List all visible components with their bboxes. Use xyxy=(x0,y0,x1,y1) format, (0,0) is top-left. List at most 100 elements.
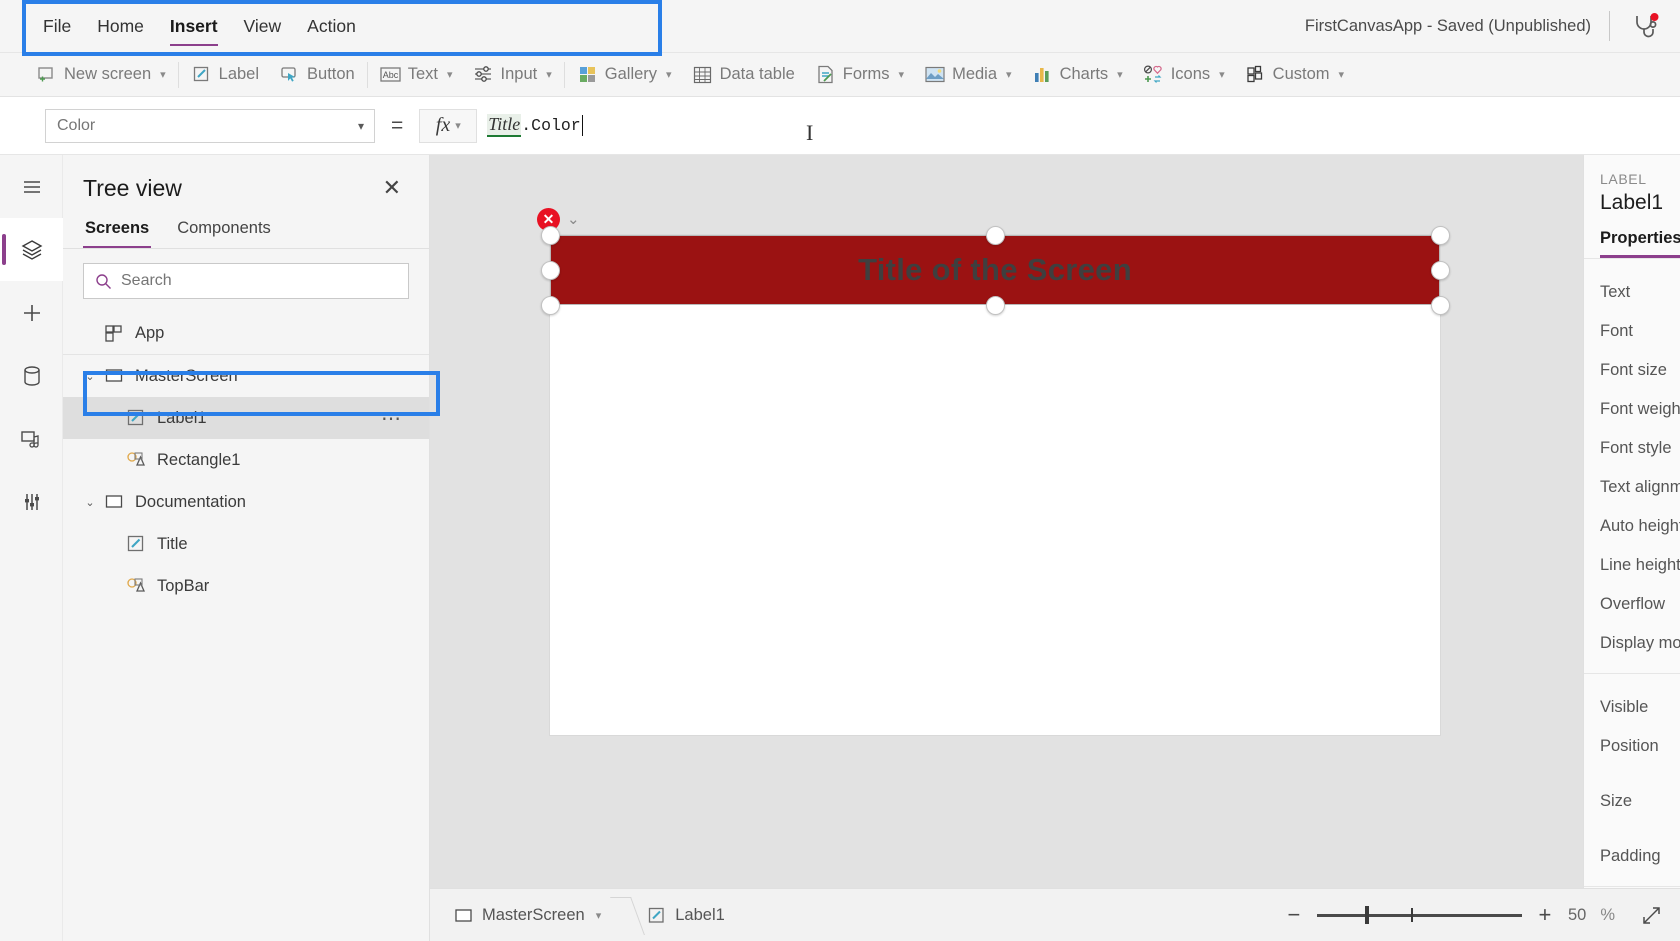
formula-input[interactable]: Title .Color xyxy=(477,108,1680,144)
zoom-slider[interactable] xyxy=(1316,905,1522,925)
property-row-visible[interactable]: Visible xyxy=(1584,688,1680,727)
property-row-font-weight[interactable]: Font weight xyxy=(1584,390,1680,429)
menu-item-action[interactable]: Action xyxy=(294,0,369,52)
tree-node-label: Title xyxy=(157,534,188,553)
resize-handle-bottom-right[interactable] xyxy=(1430,295,1450,315)
resize-handle-middle-left[interactable] xyxy=(540,260,560,280)
property-row-padding[interactable]: Padding xyxy=(1584,837,1680,876)
formula-token-property: .Color xyxy=(521,116,581,135)
tree-node-label1[interactable]: Label1 ⋯ xyxy=(63,397,429,439)
chevron-down-icon: ▾ xyxy=(898,69,905,81)
breadcrumb-label1[interactable]: Label1 xyxy=(635,906,737,925)
property-row-line-height[interactable]: Line height xyxy=(1584,546,1680,585)
tree-node-app[interactable]: App xyxy=(63,313,429,355)
variables-icon[interactable] xyxy=(0,470,63,533)
ribbon-text[interactable]: Abc Text ▾ xyxy=(370,55,463,95)
charts-icon xyxy=(1032,64,1053,85)
search-box[interactable] xyxy=(83,263,409,299)
error-chevron-icon[interactable]: ⌄ xyxy=(567,210,580,228)
shape-control-icon xyxy=(123,450,149,470)
property-row-position[interactable]: Position xyxy=(1584,727,1680,766)
ribbon-icons-label: Icons xyxy=(1170,65,1211,83)
resize-handle-bottom-center[interactable] xyxy=(985,295,1005,315)
resize-handle-top-left[interactable] xyxy=(540,225,560,245)
tree-node-masterscreen[interactable]: ⌄ MasterScreen xyxy=(63,355,429,397)
resize-handle-top-center[interactable] xyxy=(985,225,1005,245)
property-row-text[interactable]: Text xyxy=(1584,273,1680,312)
hamburger-menu-icon[interactable] xyxy=(0,155,63,218)
resize-handle-bottom-left[interactable] xyxy=(540,295,560,315)
menu-item-list: File Home Insert View Action xyxy=(30,0,369,52)
stethoscope-icon[interactable] xyxy=(1628,9,1662,43)
ribbon-data-table[interactable]: Data table xyxy=(682,55,805,95)
menu-item-file[interactable]: File xyxy=(30,0,84,52)
property-row-font-size[interactable]: Font size xyxy=(1584,351,1680,390)
media-icon[interactable] xyxy=(0,407,63,470)
property-row-size[interactable]: Size xyxy=(1584,782,1680,821)
property-row-display-mode[interactable]: Display mode xyxy=(1584,624,1680,663)
chevron-down-icon[interactable]: ⌄ xyxy=(79,496,101,509)
canvas-label-text: Title of the Screen xyxy=(858,252,1132,287)
media-icon xyxy=(924,64,945,85)
fx-label: fx xyxy=(435,114,451,136)
tab-properties[interactable]: Properties xyxy=(1600,229,1680,258)
tree-node-topbar[interactable]: TopBar xyxy=(63,565,429,607)
menu-item-view[interactable]: View xyxy=(231,0,295,52)
ribbon-gallery-label: Gallery xyxy=(604,65,658,83)
canvas-label-control[interactable]: Title of the Screen xyxy=(550,235,1440,305)
chevron-down-icon[interactable]: ▾ xyxy=(596,909,602,922)
ribbon-custom[interactable]: Custom ▾ xyxy=(1235,55,1354,95)
tree-view-panel: Tree view ✕ Screens Components App xyxy=(63,155,440,941)
property-row-auto-height[interactable]: Auto height xyxy=(1584,507,1680,546)
ribbon-icons[interactable]: Icons ▾ xyxy=(1133,55,1235,95)
property-row-font-style[interactable]: Font style xyxy=(1584,429,1680,468)
resize-handle-middle-right[interactable] xyxy=(1430,260,1450,280)
menu-item-home[interactable]: Home xyxy=(84,0,157,52)
ribbon-forms[interactable]: Forms ▾ xyxy=(805,55,914,95)
tree-node-title[interactable]: Title xyxy=(63,523,429,565)
fit-to-screen-icon[interactable] xyxy=(1641,905,1662,926)
insert-plus-icon[interactable] xyxy=(0,281,63,344)
properties-group-layout: Visible Position Size Padding xyxy=(1584,674,1680,887)
ribbon-button[interactable]: Button xyxy=(269,55,365,95)
zoom-controls: − + 50 % xyxy=(1285,904,1680,926)
label-icon xyxy=(191,64,212,85)
app-screen-canvas[interactable]: Title of the Screen ✕ ⌄ xyxy=(537,208,1450,735)
zoom-value: 50 xyxy=(1567,905,1587,924)
close-icon[interactable]: ✕ xyxy=(375,173,409,203)
fx-button[interactable]: fx ▾ xyxy=(419,108,478,143)
data-icon[interactable] xyxy=(0,344,63,407)
more-options-icon[interactable]: ⋯ xyxy=(381,406,403,431)
breadcrumb-masterscreen[interactable]: MasterScreen ▾ xyxy=(442,906,613,925)
ribbon-separator xyxy=(563,61,565,88)
search-input[interactable] xyxy=(121,272,397,290)
ribbon-gallery[interactable]: Gallery ▾ xyxy=(567,55,682,95)
tree-node-documentation[interactable]: ⌄ Documentation xyxy=(63,481,429,523)
tab-screens[interactable]: Screens xyxy=(83,213,152,248)
property-row-overflow[interactable]: Overflow xyxy=(1584,585,1680,624)
chevron-down-icon: ▾ xyxy=(1219,69,1225,81)
property-row-text-alignment[interactable]: Text alignment xyxy=(1584,468,1680,507)
tree-node-rectangle1[interactable]: Rectangle1 xyxy=(63,439,429,481)
property-row-font[interactable]: Font xyxy=(1584,312,1680,351)
ribbon-media[interactable]: Media ▾ xyxy=(914,55,1021,95)
label-control-icon xyxy=(123,534,149,554)
ribbon-input[interactable]: Input ▾ xyxy=(463,55,562,95)
tab-components[interactable]: Components xyxy=(175,213,273,248)
resize-handle-top-right[interactable] xyxy=(1430,225,1450,245)
control-kind-label: LABEL xyxy=(1600,171,1647,187)
zoom-out-button[interactable]: − xyxy=(1285,904,1303,926)
zoom-slider-thumb[interactable] xyxy=(1364,906,1369,924)
ribbon-new-screen[interactable]: New screen ▾ xyxy=(26,55,176,95)
ribbon-data-table-label: Data table xyxy=(719,65,795,83)
ribbon-label[interactable]: Label xyxy=(181,55,269,95)
menu-item-insert[interactable]: Insert xyxy=(157,0,231,52)
zoom-in-button[interactable]: + xyxy=(1536,904,1554,926)
canvas-area[interactable]: Title of the Screen ✕ ⌄ xyxy=(430,155,1583,888)
property-selector[interactable]: Color ▾ xyxy=(45,108,375,143)
tree-view-title: Tree view xyxy=(83,174,182,201)
ribbon-charts[interactable]: Charts ▾ xyxy=(1022,55,1133,95)
tree-node-label: TopBar xyxy=(157,576,210,595)
chevron-down-icon[interactable]: ⌄ xyxy=(79,370,101,383)
tree-view-icon[interactable] xyxy=(0,218,63,281)
